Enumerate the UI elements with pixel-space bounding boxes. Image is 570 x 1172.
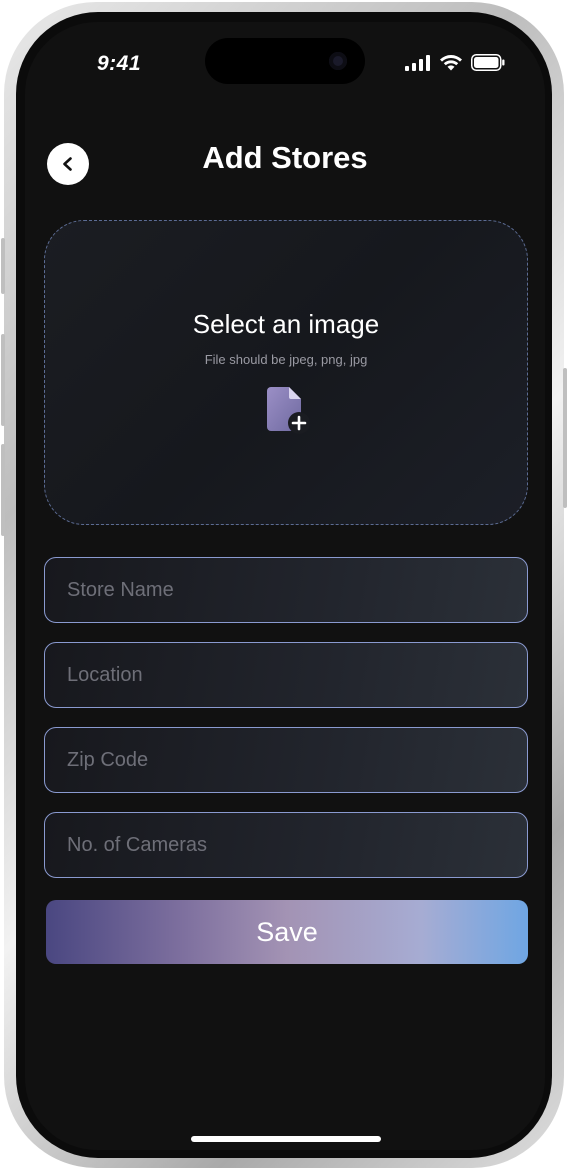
status-icons: [405, 54, 505, 71]
dynamic-island: [205, 38, 365, 84]
front-camera-icon: [329, 52, 347, 70]
signal-icon: [405, 54, 430, 71]
location-input[interactable]: [44, 642, 528, 708]
status-time: 9:41: [97, 52, 142, 75]
zip-code-input[interactable]: [44, 727, 528, 793]
power-button: [563, 368, 567, 508]
page-title: Add Stores: [202, 140, 368, 175]
volume-down-button: [1, 444, 5, 536]
upload-title: Select an image: [192, 309, 380, 339]
store-name-input[interactable]: [44, 557, 528, 623]
upload-hint: File should be jpeg, png, jpg: [204, 352, 368, 367]
action-button: [1, 238, 5, 294]
battery-icon: [471, 54, 505, 71]
image-upload-dropzone[interactable]: Select an image File should be jpeg, png…: [44, 220, 528, 525]
app-screen: 9:41 Add Stores Select an image File sho…: [25, 22, 545, 1150]
cameras-count-input[interactable]: [44, 812, 528, 878]
file-add-icon: [267, 387, 310, 434]
home-indicator[interactable]: [191, 1136, 381, 1142]
wifi-icon: [440, 55, 462, 71]
save-button[interactable]: Save: [46, 900, 528, 964]
volume-up-button: [1, 334, 5, 426]
